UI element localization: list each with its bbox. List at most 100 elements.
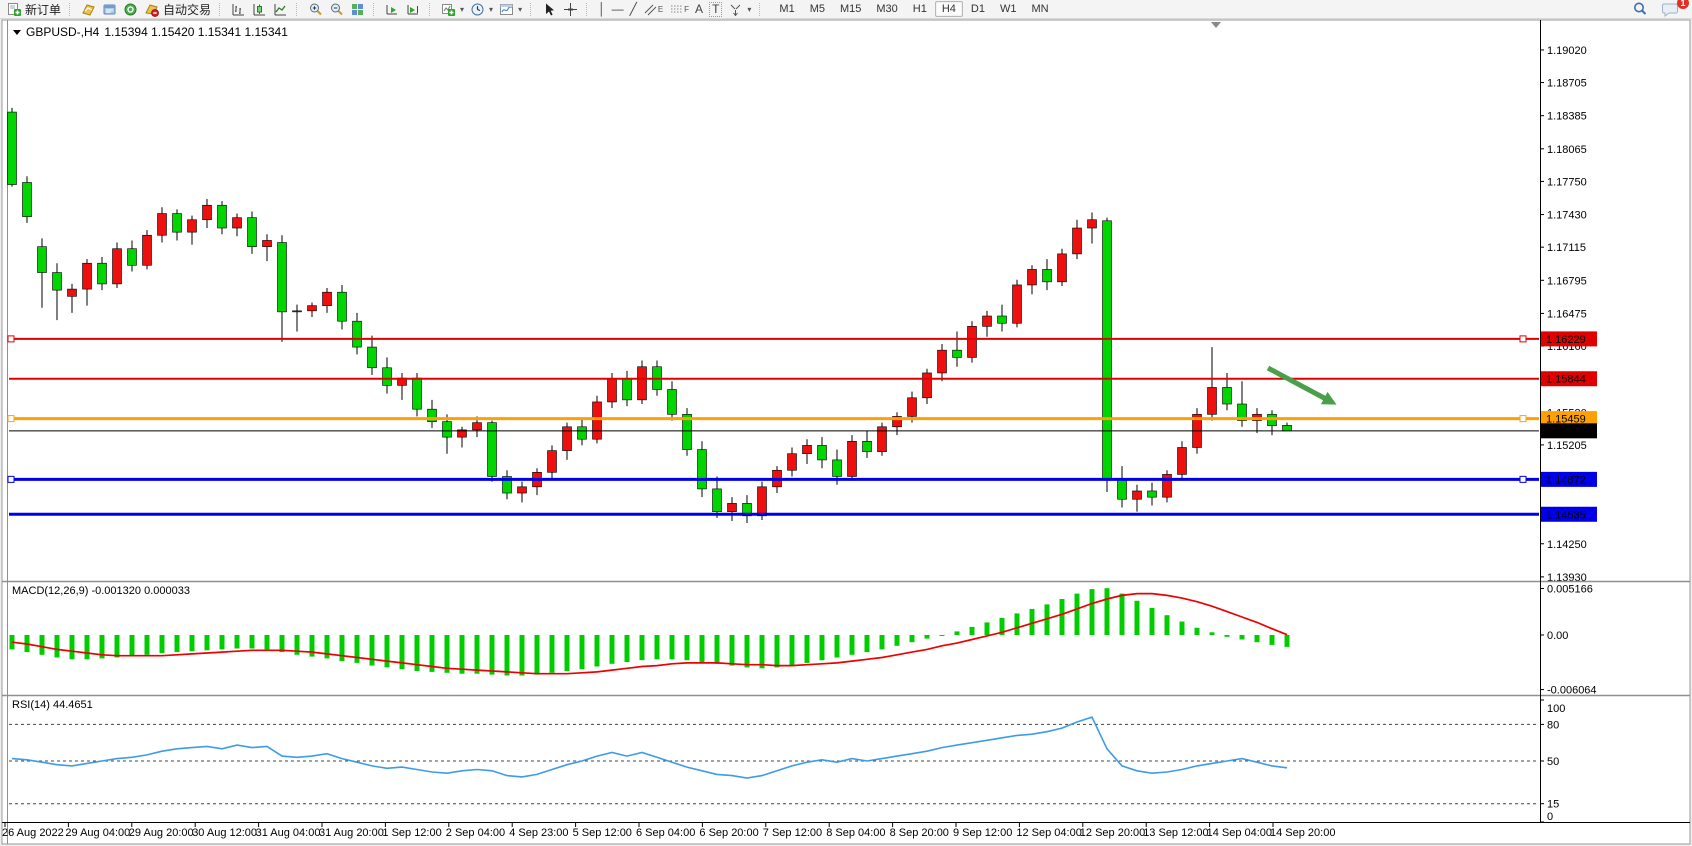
line-handle[interactable] <box>1520 476 1526 482</box>
auto-scroll-button[interactable] <box>382 1 403 18</box>
collapse-indicator-icon[interactable] <box>13 30 21 35</box>
macd-histogram-bar <box>1180 622 1185 636</box>
macd-histogram-bar <box>40 635 45 655</box>
vertical-line-tool-button[interactable]: │ <box>595 1 609 18</box>
toolbar-grip <box>373 3 379 16</box>
macd-histogram-bar <box>310 635 315 657</box>
timeframe-button-d1[interactable]: D1 <box>964 1 992 17</box>
rsi-axis-tick-label: 100 <box>1547 703 1565 715</box>
candlestick-icon <box>252 2 267 17</box>
candle-body <box>578 427 587 439</box>
line-handle[interactable] <box>1520 336 1526 342</box>
price-axis-tick-label: 1.18065 <box>1547 144 1587 156</box>
candle-body <box>833 460 842 477</box>
text-tool-button[interactable]: A <box>692 1 706 18</box>
charts-button[interactable] <box>78 1 99 18</box>
candle-body <box>353 321 362 347</box>
candle-body <box>923 373 932 398</box>
bar-chart-icon <box>231 2 246 17</box>
crosshair-tool-button[interactable] <box>560 1 581 18</box>
macd-histogram-bar <box>880 635 885 649</box>
timeframe-button-m5[interactable]: M5 <box>803 1 832 17</box>
equidistant-channel-icon <box>643 2 658 17</box>
timeframe-button-m30[interactable]: M30 <box>869 1 904 17</box>
new-order-icon <box>7 2 22 17</box>
candle-body <box>908 398 917 417</box>
indicators-button[interactable]: ▾ <box>438 1 467 18</box>
tile-windows-icon <box>350 2 365 17</box>
candle-body <box>518 487 527 493</box>
line-handle[interactable] <box>8 416 14 422</box>
bar-chart-mode-button[interactable] <box>228 1 249 18</box>
candle-body <box>248 218 257 247</box>
level-price-label-text: 1.14535 <box>1546 509 1586 521</box>
line-handle[interactable] <box>1520 416 1526 422</box>
toolbar-grip <box>530 3 536 16</box>
candle-body <box>383 368 392 386</box>
candle-body <box>863 441 872 451</box>
candle-body <box>278 243 287 312</box>
label-tool-button[interactable]: T <box>706 1 725 18</box>
level-price-label-text: 1.15844 <box>1546 374 1586 386</box>
chart-shift-button[interactable] <box>403 1 424 18</box>
toolbar: 新订单 自动交易 ▾ ▾ <box>0 0 1692 19</box>
cursor-tool-button[interactable] <box>539 1 560 18</box>
tile-windows-button[interactable] <box>347 1 368 18</box>
search-button[interactable] <box>1629 1 1651 18</box>
auto-trading-button[interactable]: 自动交易 <box>141 1 214 18</box>
new-order-button[interactable]: 新订单 <box>4 1 64 18</box>
line-handle[interactable] <box>8 476 14 482</box>
candle-body <box>143 235 152 265</box>
timeframe-button-mn[interactable]: MN <box>1024 1 1055 17</box>
time-axis-label: 12 Sep 04:00 <box>1016 827 1081 839</box>
candle-body <box>323 292 332 305</box>
market-watch-button[interactable] <box>99 1 120 18</box>
templates-button[interactable]: ▾ <box>496 1 525 18</box>
candle-body <box>1148 491 1157 497</box>
candle-body <box>158 214 167 236</box>
macd-histogram-bar <box>355 635 360 663</box>
crosshair-icon <box>563 2 578 17</box>
periods-button[interactable]: ▾ <box>467 1 496 18</box>
candle-body <box>758 487 767 516</box>
timeframe-button-h4[interactable]: H4 <box>935 1 963 17</box>
macd-histogram-bar <box>55 635 60 658</box>
zoom-in-button[interactable] <box>305 1 326 18</box>
candle-body <box>698 450 707 489</box>
candle-body <box>1118 479 1127 500</box>
fibonacci-icon <box>669 2 684 17</box>
line-chart-mode-button[interactable] <box>270 1 291 18</box>
timeframe-button-m15[interactable]: M15 <box>833 1 868 17</box>
navigator-button[interactable] <box>120 1 141 18</box>
timeframe-button-h1[interactable]: H1 <box>906 1 934 17</box>
candlestick-mode-button[interactable] <box>249 1 270 18</box>
horizontal-line-tool-button[interactable]: — <box>609 1 627 18</box>
level-price-label-text: 1.14872 <box>1546 474 1586 486</box>
zoom-out-button[interactable] <box>326 1 347 18</box>
timeframe-button-w1[interactable]: W1 <box>993 1 1024 17</box>
current-price-label-text: 1.15341 <box>1546 426 1586 438</box>
fibonacci-tool-button[interactable]: F <box>666 1 692 18</box>
candle-body <box>308 306 317 311</box>
price-axis-tick-label: 1.18385 <box>1547 111 1587 123</box>
candle-body <box>173 214 182 233</box>
candle-body <box>473 423 482 430</box>
time-axis-label: 31 Aug 04:00 <box>256 827 321 839</box>
channel-tool-button[interactable]: E <box>640 1 666 18</box>
chart-shift-icon <box>406 2 421 17</box>
line-handle[interactable] <box>8 336 14 342</box>
channel-tool-suffix: E <box>658 5 663 14</box>
macd-histogram-bar <box>850 635 855 655</box>
candle-body <box>998 316 1007 323</box>
candle-body <box>98 263 107 284</box>
trendline-tool-button[interactable]: ╱ <box>627 1 640 18</box>
time-axis-label: 2 Sep 04:00 <box>446 827 505 839</box>
auto-scroll-icon <box>385 2 400 17</box>
time-axis-label: 14 Sep 20:00 <box>1270 827 1335 839</box>
candle-body <box>728 503 737 511</box>
arrows-tool-button[interactable]: ▾ <box>725 1 754 18</box>
price-axis-tick-label: 1.17115 <box>1547 242 1586 254</box>
notifications-button[interactable]: 1 <box>1659 1 1682 18</box>
candle-body <box>818 445 827 459</box>
timeframe-button-m1[interactable]: M1 <box>772 1 801 17</box>
